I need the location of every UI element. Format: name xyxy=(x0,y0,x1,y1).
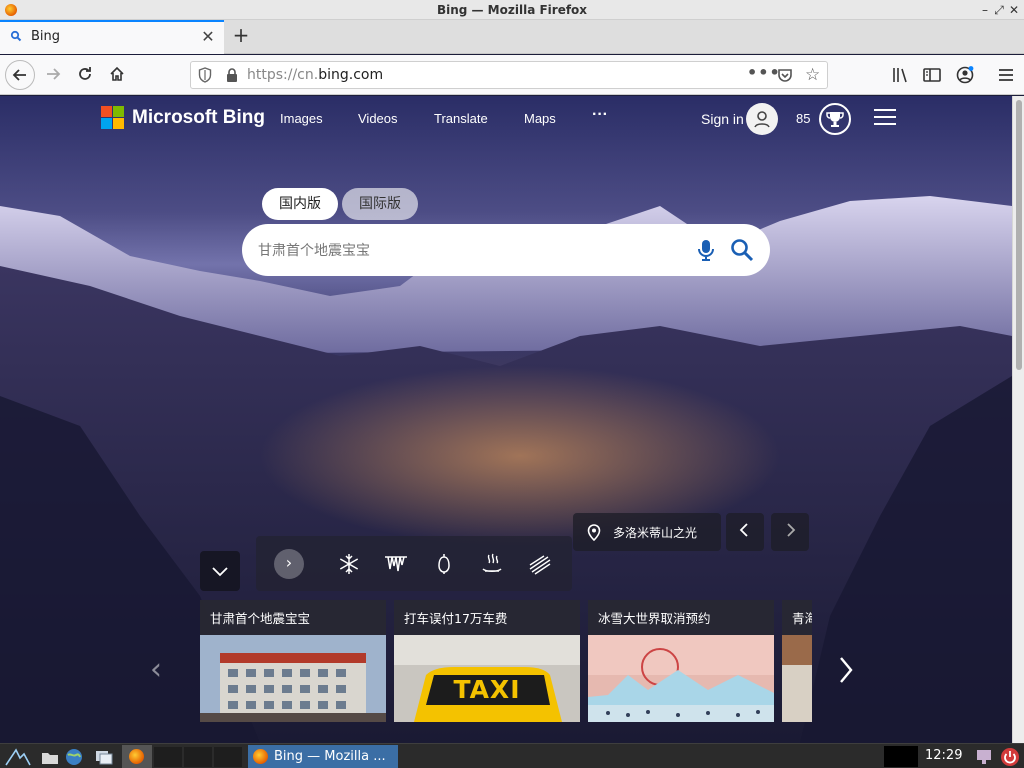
news-card[interactable]: 青海 xyxy=(782,600,812,722)
account-icon[interactable] xyxy=(955,65,975,85)
taxi-sign-text: TAXI xyxy=(453,675,521,704)
nav-more[interactable]: ··· xyxy=(592,106,608,124)
workspace-1[interactable] xyxy=(154,747,182,767)
clock: 12:29 xyxy=(925,748,963,763)
tab-close-icon[interactable]: ✕ xyxy=(200,27,216,46)
new-tab-button[interactable]: + xyxy=(230,23,252,49)
icicles-icon[interactable] xyxy=(383,551,409,577)
navigation-bar: https://cn.bing.com ••• ☆ xyxy=(0,55,1024,95)
bookmark-star-icon[interactable]: ☆ xyxy=(805,65,820,85)
nav-videos[interactable]: Videos xyxy=(358,111,398,126)
search-input[interactable]: 甘肃首个地震宝宝 xyxy=(242,224,770,276)
file-manager-icon[interactable] xyxy=(40,747,60,767)
news-card-image xyxy=(588,635,774,722)
lock-icon[interactable] xyxy=(225,67,239,83)
wind-icon[interactable] xyxy=(527,551,553,577)
browser-icon[interactable] xyxy=(64,747,84,767)
maximize-icon[interactable]: ⤢ xyxy=(992,2,1006,18)
cards-next-button[interactable] xyxy=(836,652,862,692)
toolbar-next-button[interactable]: › xyxy=(274,549,304,579)
tray-area xyxy=(884,746,918,767)
bing-homepage: Microsoft Bing Images Videos Translate M… xyxy=(0,96,1012,743)
tracking-protection-icon[interactable] xyxy=(198,67,212,83)
page-scrollbar[interactable] xyxy=(1012,96,1024,743)
news-card-image xyxy=(200,635,386,722)
topic-toolbar: › xyxy=(256,536,572,591)
brand-name: Microsoft Bing xyxy=(132,107,265,128)
sidebar-icon[interactable] xyxy=(922,65,942,85)
menu-icon[interactable] xyxy=(996,65,1016,85)
chevron-down-icon xyxy=(212,567,228,577)
news-card[interactable]: 打车误付17万车费 TAXI xyxy=(394,600,580,722)
hot-spring-icon[interactable] xyxy=(479,551,505,577)
url-bar[interactable]: https://cn.bing.com ••• ☆ xyxy=(190,61,828,89)
sign-in-link[interactable]: Sign in xyxy=(701,111,744,127)
chevron-right-icon xyxy=(840,657,853,683)
rewards-points[interactable]: 85 xyxy=(796,111,810,126)
microphone-icon[interactable] xyxy=(696,238,716,262)
network-icon[interactable] xyxy=(974,747,994,767)
news-card-image xyxy=(782,635,812,722)
tab-label: Bing xyxy=(31,29,61,44)
workspace-2[interactable] xyxy=(184,747,212,767)
forward-button[interactable] xyxy=(38,60,68,90)
tab-international[interactable]: 国际版 xyxy=(342,188,418,220)
search-icon xyxy=(10,30,24,44)
window-titlebar: Bing — Mozilla Firefox – ⤢ ✕ xyxy=(0,0,1024,20)
url-text[interactable]: https://cn.bing.com xyxy=(247,67,383,83)
search-placeholder: 甘肃首个地震宝宝 xyxy=(258,243,370,259)
tab-strip: Bing ✕ + xyxy=(0,20,1024,54)
search-icon[interactable] xyxy=(729,237,755,263)
location-pin-icon xyxy=(587,524,601,541)
image-location-button[interactable]: 多洛米蒂山之光 xyxy=(573,513,721,551)
image-location-text: 多洛米蒂山之光 xyxy=(613,526,698,540)
news-card-title: 冰雪大世界取消预约 xyxy=(598,611,711,626)
close-window-icon[interactable]: ✕ xyxy=(1007,2,1021,18)
collapse-feed-button[interactable] xyxy=(200,551,240,591)
next-image-button[interactable] xyxy=(771,513,809,551)
tab-bing[interactable]: Bing ✕ xyxy=(0,20,224,54)
news-card-title: 青海 xyxy=(792,611,812,626)
taskbar: Bing — Mozilla ... 12:29 xyxy=(0,743,1024,768)
library-icon[interactable] xyxy=(891,65,911,85)
tab-domestic[interactable]: 国内版 xyxy=(262,188,338,220)
nav-translate[interactable]: Translate xyxy=(434,111,488,126)
news-card-title: 甘肃首个地震宝宝 xyxy=(210,611,311,626)
lantern-icon[interactable] xyxy=(431,551,457,577)
firefox-taskbar-icon[interactable] xyxy=(122,745,152,768)
news-card[interactable]: 甘肃首个地震宝宝 xyxy=(200,600,386,722)
rewards-trophy-icon[interactable] xyxy=(819,103,851,135)
back-button[interactable] xyxy=(5,60,35,90)
bing-menu-icon[interactable] xyxy=(874,109,896,127)
workspace-3[interactable] xyxy=(214,747,242,767)
snowflake-icon[interactable] xyxy=(336,551,362,577)
cards-previous-button[interactable]: ‹ xyxy=(150,652,176,692)
pocket-icon[interactable] xyxy=(777,67,793,83)
page-actions-button[interactable]: ••• xyxy=(747,63,781,82)
nav-maps[interactable]: Maps xyxy=(524,111,556,126)
news-card[interactable]: 冰雪大世界取消预约 xyxy=(588,600,774,722)
chevron-left-icon xyxy=(739,523,748,537)
chevron-right-icon xyxy=(787,523,796,537)
taskbar-task-label: Bing — Mozilla ... xyxy=(274,749,386,764)
minimize-icon[interactable]: – xyxy=(978,2,992,18)
news-card-title: 打车误付17万车费 xyxy=(404,611,508,626)
home-button[interactable] xyxy=(102,60,132,90)
windows-icon[interactable] xyxy=(94,747,114,767)
previous-image-button[interactable] xyxy=(726,513,764,551)
firefox-icon xyxy=(253,749,268,764)
start-menu-icon[interactable] xyxy=(4,747,32,767)
nav-images[interactable]: Images xyxy=(280,111,323,126)
taskbar-task-firefox[interactable]: Bing — Mozilla ... xyxy=(248,745,398,768)
user-avatar-icon[interactable] xyxy=(746,103,778,135)
microsoft-logo-icon xyxy=(101,106,125,130)
reload-button[interactable] xyxy=(70,60,100,90)
window-title: Bing — Mozilla Firefox xyxy=(436,3,588,17)
scrollbar-thumb[interactable] xyxy=(1016,100,1022,370)
power-icon[interactable] xyxy=(1000,747,1020,767)
